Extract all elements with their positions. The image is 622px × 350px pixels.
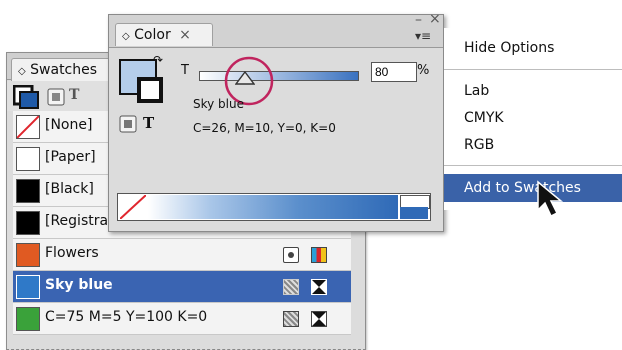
fill-icon[interactable] <box>47 88 65 106</box>
color-tab-bar: ◇ Color × – × ▾≡ <box>109 11 443 48</box>
fill-icon[interactable] <box>119 115 137 133</box>
color-swatch[interactable] <box>400 207 428 219</box>
tint-icon <box>283 311 299 327</box>
color-panel: ◇ Color × – × ▾≡ ↷ T T % Sky blue C=26, … <box>108 11 444 232</box>
text-icon[interactable]: T <box>69 87 79 103</box>
swatch-name: Flowers <box>45 245 99 261</box>
swatch-name: [Black] <box>45 181 94 197</box>
process-color-icon <box>311 247 327 263</box>
swatch-chip <box>16 211 40 235</box>
menu-item-hide-options[interactable]: Hide Options <box>444 34 622 62</box>
process-color-icon <box>311 279 327 295</box>
color-formula-label: C=26, M=10, Y=0, K=0 <box>193 121 336 135</box>
swatch-stack-icon[interactable] <box>13 85 39 109</box>
swatch-name-label: Sky blue <box>193 97 244 111</box>
swatch-name: Sky blue <box>45 277 113 293</box>
tint-icon <box>283 279 299 295</box>
tint-ramp[interactable] <box>117 193 431 221</box>
tab-color[interactable]: ◇ Color × <box>115 23 213 46</box>
tint-percent-input[interactable] <box>371 62 417 82</box>
tint-label: T <box>181 63 189 78</box>
swatch-name: [None] <box>45 117 93 133</box>
menu-item-rgb[interactable]: RGB <box>444 131 622 159</box>
text-format-icon[interactable]: T <box>143 114 154 132</box>
menu-separator <box>444 69 622 70</box>
tab-swatches-label: Swatches <box>30 62 98 78</box>
swap-icon[interactable]: ↷ <box>153 53 163 67</box>
tab-color-label: Color <box>134 27 171 43</box>
swatch-name: [Paper] <box>45 149 96 165</box>
percent-sign: % <box>417 63 430 78</box>
list-item[interactable]: C=75 M=5 Y=100 K=0 <box>13 303 351 335</box>
swatch-chip <box>16 275 40 299</box>
swatch-chip <box>16 179 40 203</box>
stroke-swatch[interactable] <box>137 77 163 103</box>
none-swatch-icon <box>16 115 40 139</box>
close-tab-icon[interactable]: × <box>179 27 191 43</box>
list-item-selected[interactable]: Sky blue <box>13 271 351 303</box>
swatch-chip <box>16 243 40 267</box>
menu-item-lab[interactable]: Lab <box>444 77 622 105</box>
tab-collapse-icon[interactable]: ◇ <box>122 31 130 42</box>
list-item[interactable]: Flowers <box>13 239 351 271</box>
swatch-name: C=75 M=5 Y=100 K=0 <box>45 309 208 325</box>
mouse-pointer-icon <box>537 180 564 218</box>
menu-item-cmyk[interactable]: CMYK <box>444 104 622 132</box>
panel-menu-icon[interactable]: ▾≡ <box>415 29 431 43</box>
swatch-chip <box>16 147 40 171</box>
menu-separator <box>444 165 622 166</box>
minimize-icon[interactable]: – <box>415 12 422 28</box>
tint-ramp-gradient[interactable] <box>148 195 398 219</box>
swatch-chip <box>16 307 40 331</box>
spot-color-icon <box>283 247 299 263</box>
tab-collapse-icon[interactable]: ◇ <box>18 66 26 77</box>
none-swatch-icon[interactable] <box>120 195 146 219</box>
close-icon[interactable]: × <box>429 11 441 27</box>
color-panel-menu: Hide Options Lab CMYK RGB Add to Swatche… <box>444 28 622 210</box>
process-color-icon <box>311 311 327 327</box>
menu-item-add-to-swatches[interactable]: Add to Swatches <box>444 174 622 202</box>
